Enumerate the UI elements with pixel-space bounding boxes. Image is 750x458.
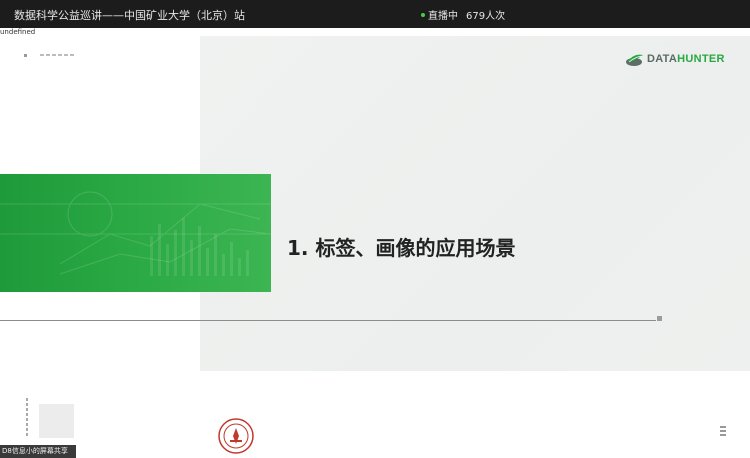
slide-page-marker	[720, 426, 726, 436]
slide-corner-caption	[40, 54, 76, 56]
screen-share-status[interactable]: D8信息小的屏幕共享	[0, 445, 76, 458]
datahunter-leaf-icon	[626, 54, 643, 66]
stream-title: 数据科学公益巡讲——中国矿业大学（北京）站	[14, 9, 245, 22]
vertical-caption	[26, 398, 28, 438]
footer-placeholder-box	[39, 404, 74, 438]
university-emblem-icon	[218, 418, 254, 454]
viewer-count: 679人次	[466, 11, 506, 22]
live-stream-header: 数据科学公益巡讲——中国矿业大学（北京）站 直播中 679人次	[0, 0, 750, 28]
green-banner-image	[0, 174, 271, 292]
slide-heading: 1. 标签、画像的应用场景	[287, 236, 516, 260]
logo-text-data: DATA	[647, 53, 678, 65]
live-indicator-icon	[421, 13, 425, 17]
live-label: 直播中	[428, 11, 458, 22]
live-status: 直播中 679人次	[421, 7, 505, 22]
logo-text-hunter: HUNTER	[677, 53, 725, 65]
heading-divider-line	[0, 320, 656, 321]
presentation-slide: undefined DATAHUNTER 1. 标签、画像的应用场景	[0, 28, 750, 458]
divider-end-marker	[657, 316, 662, 321]
screen-share-label: D8信息小的屏幕共享	[2, 447, 68, 455]
chart-pattern-graphic	[0, 191, 271, 276]
debug-overlay-text: undefined	[0, 28, 36, 36]
slide-corner-mark	[24, 54, 27, 57]
